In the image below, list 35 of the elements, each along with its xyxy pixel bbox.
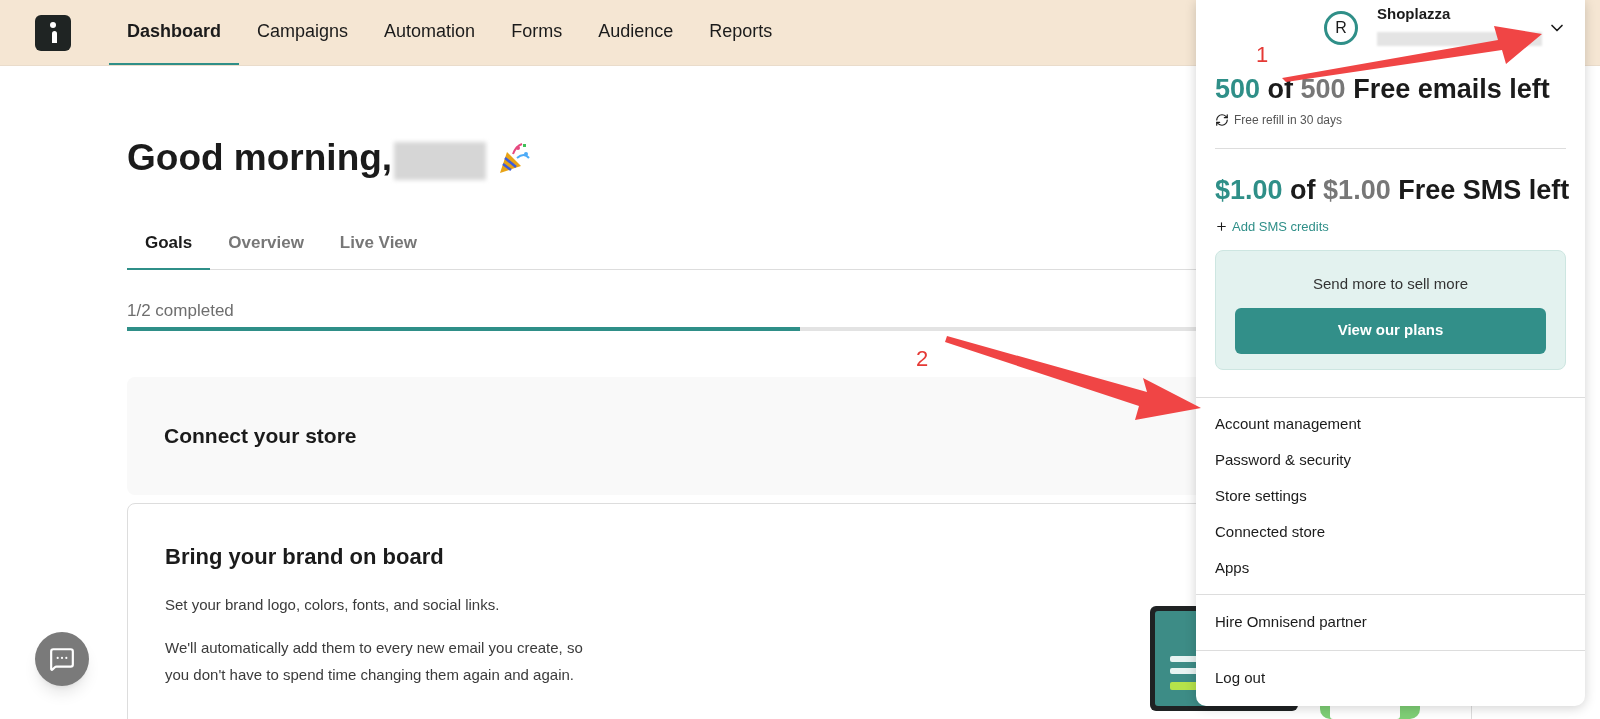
annotation-number: 2 [916, 345, 929, 373]
menu-item[interactable]: Log out [1196, 659, 1585, 698]
card-text: Set your brand logo, colors, fonts, and social links. [165, 595, 501, 615]
menu-item[interactable]: Connected store [1196, 514, 1585, 550]
menu-item[interactable]: Apps [1196, 550, 1585, 586]
card-title: Connect your store [164, 423, 357, 450]
menu-item[interactable]: Password & security [1196, 442, 1585, 478]
tab[interactable]: Live View [321, 230, 436, 270]
menu-item[interactable]: Hire Omnisend partner [1196, 603, 1585, 642]
nav-tab[interactable]: Forms [493, 0, 581, 65]
menu-item[interactable]: Account management [1196, 406, 1585, 442]
nav-tab[interactable]: Campaigns [239, 0, 367, 65]
nav-tab[interactable]: Dashboard [109, 0, 240, 65]
menu-item[interactable]: Store settings [1196, 478, 1585, 514]
add-sms-link[interactable]: Add SMS credits [1215, 216, 1566, 236]
tab[interactable]: Goals [127, 230, 211, 270]
store-name: Shoplazza [1377, 4, 1452, 24]
nav-tab[interactable]: Reports [691, 0, 791, 65]
avatar: R [1324, 11, 1358, 46]
progress-label: 1/2 completed [127, 299, 235, 322]
greeting-heading: Good morning, [127, 136, 393, 181]
tab[interactable]: Overview [210, 230, 322, 270]
logo-icon[interactable] [35, 14, 71, 51]
card-text: We'll automatically add them to every new email you create, so you don't have to spend time changing them again and again. [165, 638, 583, 685]
nav-tab[interactable]: Automation [366, 0, 494, 65]
plus-icon [1215, 219, 1228, 233]
chat-icon [49, 646, 75, 672]
promo-text: Send more to sell more [1312, 274, 1469, 294]
annotation-number: 1 [1256, 41, 1269, 69]
card-title: Bring your brand on board [165, 543, 444, 571]
nav-tab[interactable]: Audience [580, 0, 692, 65]
refill-note: Free refill in 30 days [1234, 112, 1343, 129]
view-plans-button[interactable]: View our plans [1235, 307, 1546, 354]
refresh-icon [1215, 113, 1229, 127]
chat-button[interactable] [35, 632, 89, 686]
